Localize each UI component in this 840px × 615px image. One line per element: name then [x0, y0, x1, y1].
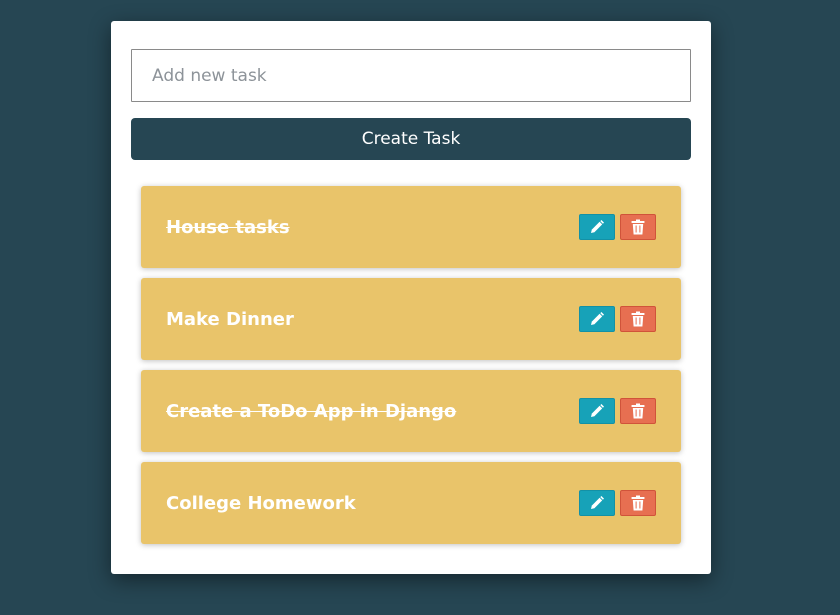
- trash-icon: [631, 219, 645, 235]
- new-task-input[interactable]: [131, 49, 691, 102]
- pencil-icon: [591, 220, 604, 233]
- task-item: Make Dinner: [141, 278, 681, 360]
- task-list: House tasks Make Dinner Create a ToDo Ap…: [141, 186, 681, 554]
- trash-icon: [631, 311, 645, 327]
- task-item: House tasks: [141, 186, 681, 268]
- pencil-icon: [591, 312, 604, 325]
- task-title[interactable]: Make Dinner: [166, 309, 294, 330]
- pencil-icon: [591, 496, 604, 509]
- delete-task-button[interactable]: [620, 214, 656, 240]
- create-task-button[interactable]: Create Task: [131, 118, 691, 160]
- edit-task-button[interactable]: [579, 306, 615, 332]
- task-title[interactable]: Create a ToDo App in Django: [166, 401, 456, 422]
- edit-task-button[interactable]: [579, 490, 615, 516]
- delete-task-button[interactable]: [620, 398, 656, 424]
- task-item: College Homework: [141, 462, 681, 544]
- task-actions: [579, 306, 656, 332]
- task-title[interactable]: College Homework: [166, 493, 356, 514]
- task-actions: [579, 214, 656, 240]
- delete-task-button[interactable]: [620, 306, 656, 332]
- task-actions: [579, 490, 656, 516]
- task-title[interactable]: House tasks: [166, 217, 290, 238]
- pencil-icon: [591, 404, 604, 417]
- trash-icon: [631, 495, 645, 511]
- edit-task-button[interactable]: [579, 398, 615, 424]
- delete-task-button[interactable]: [620, 490, 656, 516]
- edit-task-button[interactable]: [579, 214, 615, 240]
- trash-icon: [631, 403, 645, 419]
- task-item: Create a ToDo App in Django: [141, 370, 681, 452]
- todo-card: Create Task House tasks: [111, 21, 711, 574]
- task-actions: [579, 398, 656, 424]
